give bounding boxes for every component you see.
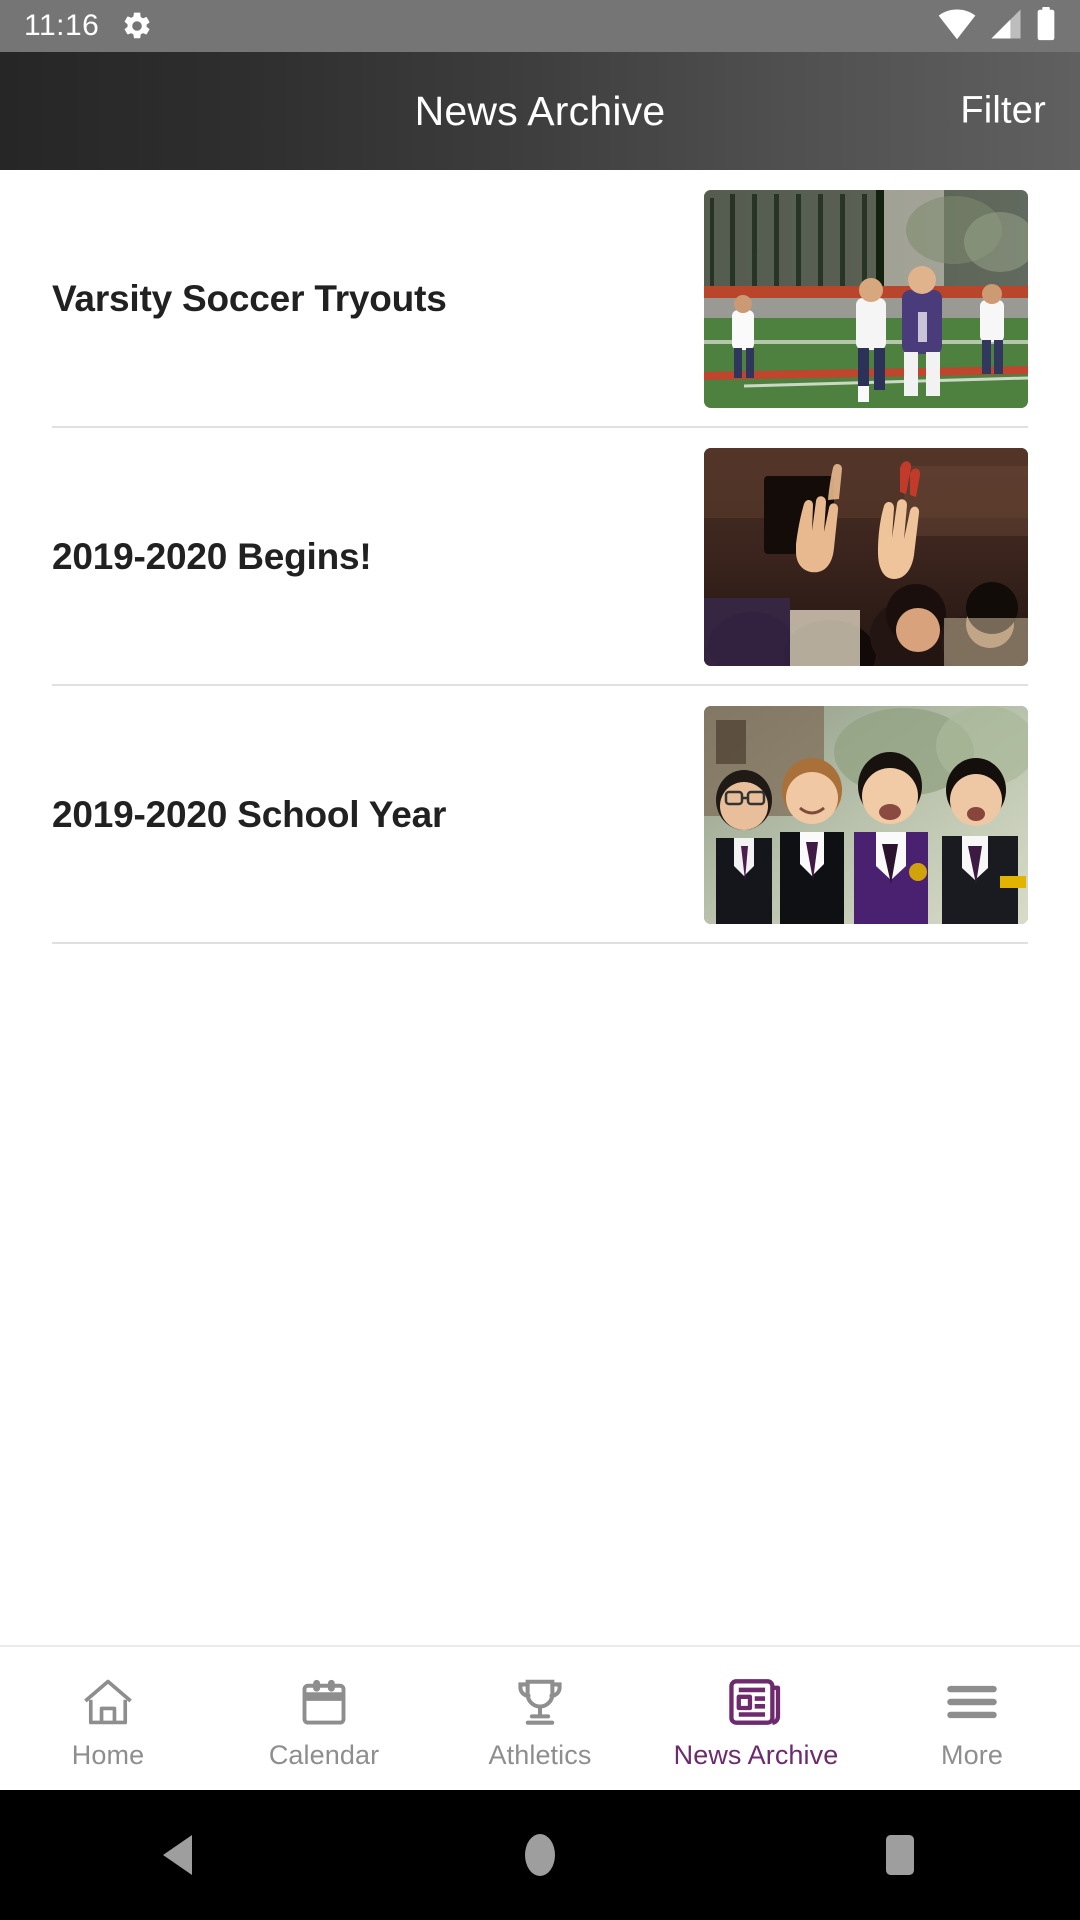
app-root: 11:16 News Archive Filter Varsity Soccer…: [0, 0, 1080, 1920]
status-bar: 11:16: [0, 0, 1080, 52]
tab-news-archive[interactable]: News Archive: [648, 1647, 864, 1790]
home-icon[interactable]: [450, 1832, 630, 1878]
hamburger-menu-icon: [944, 1673, 1000, 1731]
news-item-thumbnail: [704, 448, 1028, 666]
news-item-thumbnail: [704, 706, 1028, 924]
news-item-title: 2019-2020 School Year: [52, 793, 447, 835]
filter-button[interactable]: Filter: [960, 90, 1046, 133]
tab-calendar[interactable]: Calendar: [216, 1647, 432, 1790]
status-bar-indicators: [938, 6, 1056, 46]
tab-label: Calendar: [268, 1739, 380, 1770]
news-list-item[interactable]: 2019-2020 Begins!: [0, 428, 1080, 686]
news-list: Varsity Soccer Tryouts 2019-2020 Begins!…: [0, 170, 1080, 1645]
page-title: News Archive: [414, 87, 666, 134]
tab-label: Athletics: [488, 1739, 592, 1770]
app-bar: News Archive Filter: [0, 52, 1080, 170]
tab-home[interactable]: Home: [0, 1647, 216, 1790]
news-item-title: 2019-2020 Begins!: [52, 535, 372, 577]
news-item-thumbnail: [704, 190, 1028, 408]
calendar-icon: [298, 1673, 350, 1731]
news-list-item[interactable]: Varsity Soccer Tryouts: [0, 170, 1080, 428]
tab-more[interactable]: More: [864, 1647, 1080, 1790]
status-bar-clock: 11:16: [24, 9, 100, 42]
list-divider: [52, 942, 1028, 944]
news-list-item[interactable]: 2019-2020 School Year: [0, 686, 1080, 944]
android-navigation-bar: [0, 1790, 1080, 1920]
battery-icon: [1036, 6, 1056, 46]
back-icon[interactable]: [90, 1832, 270, 1878]
news-item-title: Varsity Soccer Tryouts: [52, 277, 447, 319]
gear-icon: [121, 10, 153, 42]
tab-label: News Archive: [673, 1739, 839, 1770]
trophy-icon: [513, 1673, 567, 1731]
cellular-signal-icon: [988, 8, 1024, 45]
tab-label: More: [941, 1739, 1003, 1770]
bottom-tab-bar: Home Calendar Athletics News Archive Mor…: [0, 1645, 1080, 1790]
recents-icon[interactable]: [810, 1832, 990, 1878]
wifi-icon: [938, 8, 976, 45]
tab-label: Home: [71, 1739, 145, 1770]
newspaper-icon: [728, 1673, 784, 1731]
tab-athletics[interactable]: Athletics: [432, 1647, 648, 1790]
home-icon: [80, 1673, 136, 1731]
